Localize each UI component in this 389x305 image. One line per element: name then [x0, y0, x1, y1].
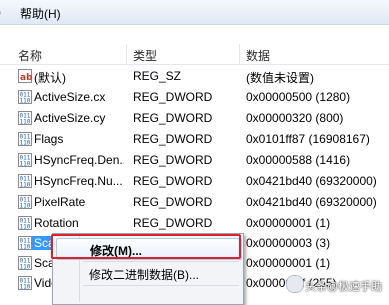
value-name: Flags	[34, 132, 64, 146]
binary-value-icon: 011 110	[18, 153, 32, 167]
watermark-logo-icon	[286, 275, 304, 293]
svg-text:110: 110	[20, 264, 31, 271]
list-item[interactable]: 011 110 HSyncFreq.Den... REG_DWORD 0x000…	[0, 150, 389, 170]
svg-text:110: 110	[20, 182, 31, 189]
menu-bar: ) 帮助(H)	[0, 0, 389, 25]
column-name-header[interactable]: 名称	[18, 47, 42, 64]
menu-separator	[83, 285, 239, 286]
value-name: HSyncFreq.Den...	[34, 153, 124, 167]
list-item[interactable]: 011 110 Flags REG_DWORD 0x0101ff87 (1690…	[0, 129, 389, 149]
binary-value-icon: 011 110	[18, 236, 32, 250]
list-item[interactable]: 011 110 Rotation REG_DWORD 0x00000001 (1…	[0, 213, 389, 233]
value-data: 0x00000320 (800)	[246, 111, 344, 125]
value-type: REG_DWORD	[133, 195, 213, 209]
value-name: PixelRate	[34, 195, 86, 209]
menu-item-label: 修改二进制数据(B)...	[89, 268, 199, 282]
svg-text:110: 110	[20, 119, 31, 126]
value-type: REG_DWORD	[133, 111, 213, 125]
svg-text:110: 110	[20, 224, 31, 231]
column-header: 名称 类型 数据	[0, 44, 389, 65]
value-data: 0x00000500 (1280)	[246, 90, 351, 104]
highlight-annotation-box	[51, 234, 241, 259]
value-name: (默认)	[34, 71, 66, 85]
binary-value-icon: 011 110	[18, 111, 32, 125]
value-data: 0x00000001 (1)	[246, 256, 331, 270]
list-item[interactable]: ab (默认) REG_SZ (数值未设置)	[0, 66, 389, 86]
value-type: REG_SZ	[133, 69, 182, 83]
binary-value-icon: 011 110	[18, 276, 32, 290]
list-item[interactable]: 011 110 ActiveSize.cx REG_DWORD 0x000005…	[0, 87, 389, 107]
binary-value-icon: 011 110	[18, 90, 32, 104]
column-divider[interactable]	[239, 44, 240, 64]
svg-text:110: 110	[20, 98, 31, 105]
svg-text:110: 110	[20, 203, 31, 210]
value-type: REG_DWORD	[133, 174, 213, 188]
value-data: 0x00000001 (1)	[246, 216, 331, 230]
menu-separator	[83, 261, 239, 262]
value-data: 0x00000588 (1416)	[246, 153, 351, 167]
value-data: 0x0421bd40 (69320000)	[246, 195, 377, 209]
value-type: REG_DWORD	[133, 132, 213, 146]
value-name: HSyncFreq.Nu...	[34, 174, 123, 188]
list-item[interactable]: 011 110 HSyncFreq.Nu... REG_DWORD 0x0421…	[0, 171, 389, 191]
value-data: 0x00000003 (3)	[246, 236, 331, 250]
value-name: ActiveSize.cx	[34, 90, 106, 104]
value-type: REG_DWORD	[133, 216, 213, 230]
ab-string-icon: ab	[18, 69, 32, 83]
value-type: REG_DWORD	[133, 153, 213, 167]
value-data: 0x0101ff87 (16908167)	[246, 132, 370, 146]
binary-value-icon: 011 110	[18, 256, 32, 270]
value-name: ActiveSize.cy	[34, 111, 106, 125]
binary-value-icon: 011 110	[18, 216, 32, 230]
value-data: (数值未设置)	[246, 71, 314, 85]
binary-value-icon: 011 110	[18, 174, 32, 188]
list-item[interactable]: 011 110 ActiveSize.cy REG_DWORD 0x000003…	[0, 108, 389, 128]
menu-help[interactable]: 帮助(H)	[20, 5, 61, 22]
svg-text:110: 110	[20, 284, 31, 291]
value-type: REG_DWORD	[133, 90, 213, 104]
value-name: Rotation	[34, 216, 79, 230]
menu-view[interactable]: )	[0, 5, 1, 19]
binary-value-icon: 011 110	[18, 195, 32, 209]
svg-text:110: 110	[20, 244, 31, 251]
svg-text:110: 110	[20, 161, 31, 168]
watermark-text: 头条@极速手助	[305, 281, 383, 293]
list-item[interactable]: 011 110 PixelRate REG_DWORD 0x0421bd40 (…	[0, 192, 389, 212]
column-divider[interactable]	[126, 44, 127, 64]
column-data-header[interactable]: 数据	[246, 47, 270, 64]
binary-value-icon: 011 110	[18, 132, 32, 146]
svg-text:ab: ab	[20, 73, 32, 83]
value-data: 0x0421bd40 (69320000)	[246, 174, 377, 188]
column-type-header[interactable]: 类型	[133, 47, 157, 64]
menu-item-modify-binary[interactable]: 修改二进制数据(B)...	[56, 263, 240, 283]
svg-text:110: 110	[20, 140, 31, 147]
